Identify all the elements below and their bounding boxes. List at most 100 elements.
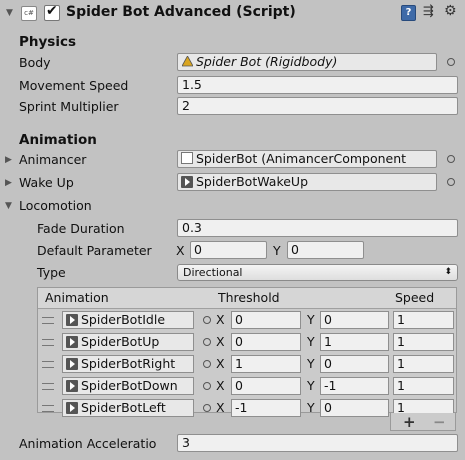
sprint-multiplier-field[interactable]: 2 <box>177 97 458 115</box>
animation-clip-icon <box>66 402 78 414</box>
animation-clip-icon <box>66 314 78 326</box>
wake-up-field[interactable]: SpiderBotWakeUp <box>177 173 437 191</box>
table-row-threshold-x-field[interactable]: -1 <box>231 399 301 417</box>
body-field[interactable]: Spider Bot (Rigidbody) <box>177 53 437 71</box>
animancer-expand-arrow-icon[interactable]: ▶ <box>5 155 12 165</box>
threshold-y-label: Y <box>307 400 315 415</box>
type-label: Type <box>37 265 66 280</box>
type-value: Directional <box>183 266 243 279</box>
animancer-value: SpiderBot (AnimancerComponent <box>196 151 407 166</box>
animation-clip-icon <box>66 380 78 392</box>
default-parameter-y-label: Y <box>273 243 281 258</box>
script-icon <box>181 152 193 164</box>
physics-heading: Physics <box>19 34 77 50</box>
threshold-y-label: Y <box>307 378 315 393</box>
threshold-y-label: Y <box>307 334 315 349</box>
gear-icon[interactable]: ⚙ <box>444 3 457 19</box>
wake-up-value: SpiderBotWakeUp <box>196 174 309 189</box>
collapse-arrow-icon[interactable]: ▼ <box>6 8 13 18</box>
component-enabled-checkbox[interactable]: ✔ <box>44 3 60 21</box>
type-dropdown[interactable]: Directional ⬍ <box>177 264 458 281</box>
drag-handle-icon[interactable] <box>42 339 54 346</box>
default-parameter-x-label: X <box>176 243 185 258</box>
table-row-threshold-x-field[interactable]: 0 <box>231 311 301 329</box>
threshold-x-label: X <box>216 356 225 371</box>
default-parameter-y-field[interactable]: 0 <box>287 241 364 259</box>
object-picker-icon[interactable] <box>203 338 211 346</box>
table-row-clip-field[interactable]: SpiderBotIdle <box>62 311 194 329</box>
component-header: ▼ c# ✔ Spider Bot Advanced (Script) ? ⇶ … <box>0 0 465 26</box>
drag-handle-icon[interactable] <box>42 317 54 324</box>
threshold-y-label: Y <box>307 312 315 327</box>
threshold-x-label: X <box>216 334 225 349</box>
table-row-speed-field[interactable]: 1 <box>393 355 454 373</box>
default-parameter-x-field[interactable]: 0 <box>190 241 267 259</box>
fade-duration-field[interactable]: 0.3 <box>177 219 458 237</box>
animancer-label: Animancer <box>19 152 87 167</box>
table-row-clip-name: SpiderBotRight <box>81 356 176 371</box>
chevron-updown-icon: ⬍ <box>444 267 452 277</box>
table-row-threshold-y-field[interactable]: -1 <box>320 377 389 395</box>
table-row-speed-field[interactable]: 1 <box>393 377 454 395</box>
list-footer: + − <box>390 413 456 431</box>
table-row-clip-name: SpiderBotDown <box>81 378 178 393</box>
table-row-speed-field[interactable]: 1 <box>393 311 454 329</box>
sprint-multiplier-label: Sprint Multiplier <box>19 99 119 114</box>
table-row-threshold-x-field[interactable]: 0 <box>231 333 301 351</box>
locomotion-collapse-arrow-icon[interactable]: ▼ <box>5 201 12 211</box>
table-row-clip-field[interactable]: SpiderBotUp <box>62 333 194 351</box>
table-header: Animation Threshold Speed <box>38 288 456 309</box>
movement-speed-label: Movement Speed <box>19 78 129 93</box>
component-title: Spider Bot Advanced (Script) <box>66 4 296 20</box>
preset-icon[interactable]: ⇶ <box>423 4 434 19</box>
drag-handle-icon[interactable] <box>42 361 54 368</box>
animation-acceleration-label: Animation Acceleratio <box>19 436 157 451</box>
table-row-threshold-y-field[interactable]: 0 <box>320 311 389 329</box>
wake-up-label: Wake Up <box>19 175 74 190</box>
table-row-clip-name: SpiderBotUp <box>81 334 160 349</box>
body-value: Spider Bot (Rigidbody) <box>196 54 338 69</box>
table-row-threshold-y-field[interactable]: 0 <box>320 399 389 417</box>
animation-acceleration-field[interactable]: 3 <box>177 434 458 452</box>
checkmark-icon: ✔ <box>46 3 58 19</box>
script-icon: c# <box>21 6 37 21</box>
column-header-threshold: Threshold <box>218 290 280 305</box>
table-row-clip-field[interactable]: SpiderBotLeft <box>62 399 194 417</box>
table-row-clip-field[interactable]: SpiderBotRight <box>62 355 194 373</box>
table-row-threshold-x-field[interactable]: 1 <box>231 355 301 373</box>
movement-speed-field[interactable]: 1.5 <box>177 76 458 94</box>
object-picker-icon[interactable] <box>203 360 211 368</box>
animancer-field[interactable]: SpiderBot (AnimancerComponent <box>177 150 437 168</box>
table-row-threshold-y-field[interactable]: 0 <box>320 355 389 373</box>
column-header-speed: Speed <box>395 290 435 305</box>
object-picker-icon[interactable] <box>203 316 211 324</box>
animation-clip-icon <box>66 336 78 348</box>
animation-clip-icon <box>66 358 78 370</box>
object-picker-icon[interactable] <box>203 404 211 412</box>
drag-handle-icon[interactable] <box>42 405 54 412</box>
remove-element-button[interactable]: − <box>433 413 446 431</box>
default-parameter-label: Default Parameter <box>37 243 152 258</box>
table-row-threshold-x-field[interactable]: 0 <box>231 377 301 395</box>
threshold-x-label: X <box>216 312 225 327</box>
body-label: Body <box>19 55 51 70</box>
threshold-x-label: X <box>216 400 225 415</box>
add-element-button[interactable]: + <box>403 413 416 431</box>
object-picker-icon[interactable] <box>203 382 211 390</box>
help-icon[interactable]: ? <box>401 5 416 21</box>
object-picker-icon[interactable] <box>447 58 455 66</box>
locomotion-label: Locomotion <box>19 198 92 213</box>
table-row-clip-field[interactable]: SpiderBotDown <box>62 377 194 395</box>
fade-duration-label: Fade Duration <box>37 221 125 236</box>
drag-handle-icon[interactable] <box>42 383 54 390</box>
threshold-y-label: Y <box>307 356 315 371</box>
table-row-threshold-y-field[interactable]: 1 <box>320 333 389 351</box>
object-picker-icon[interactable] <box>447 155 455 163</box>
animation-heading: Animation <box>19 132 97 148</box>
object-picker-icon[interactable] <box>447 178 455 186</box>
table-row-speed-field[interactable]: 1 <box>393 333 454 351</box>
animation-clip-icon <box>181 176 193 188</box>
wake-up-expand-arrow-icon[interactable]: ▶ <box>5 178 12 188</box>
table-row-clip-name: SpiderBotIdle <box>81 312 166 327</box>
threshold-x-label: X <box>216 378 225 393</box>
